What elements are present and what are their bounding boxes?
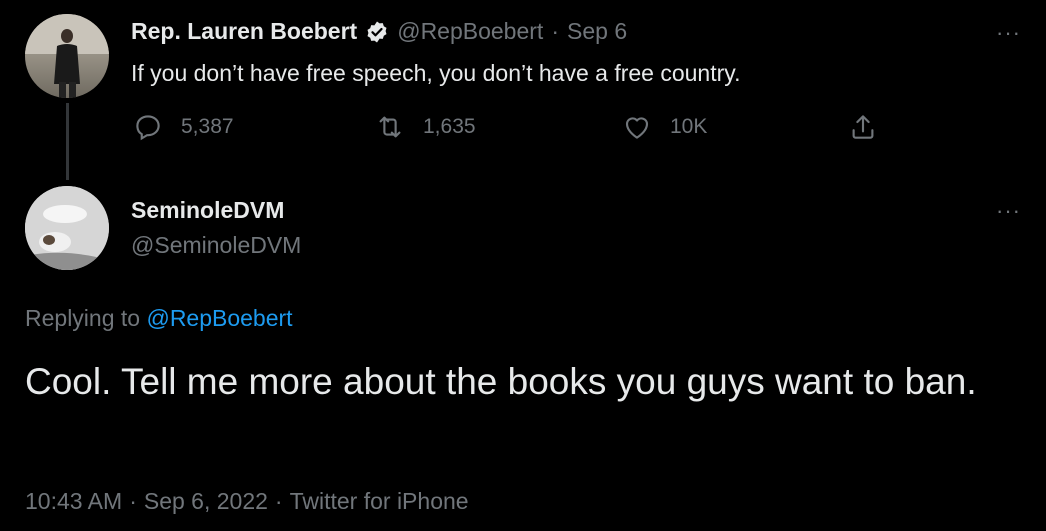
separator-dot: · [551,18,559,44]
avatar-seminoledvm[interactable] [25,186,109,270]
verified-badge-icon [365,20,389,44]
heart-icon [625,117,649,139]
avatar-repboebert[interactable] [25,14,109,98]
tweet-time[interactable]: 10:43 AM [25,488,122,515]
more-options-icon[interactable]: ··· [996,198,1021,224]
handle[interactable]: @RepBoebert [397,18,543,45]
display-name[interactable]: SeminoleDVM [131,197,284,224]
parent-tweet-header: Rep. Lauren Boebert @RepBoebert · Sep 6 [131,18,627,45]
tweet-date[interactable]: Sep 6, 2022 [144,488,268,515]
parent-tweet-text: If you don’t have free speech, you don’t… [131,60,741,86]
display-name[interactable]: Rep. Lauren Boebert [131,18,357,45]
share-action[interactable] [848,112,878,142]
reply-count: 5,387 [181,115,234,138]
avatar-image [25,14,109,98]
tweet-client[interactable]: Twitter for iPhone [290,488,469,515]
reply-icon [136,115,160,141]
tweet-date[interactable]: Sep 6 [567,18,627,45]
avatar-image [25,186,109,270]
replying-to-link[interactable]: @RepBoebert [146,305,292,331]
like-action[interactable]: 10K [622,112,707,142]
separator-dot: · [129,488,137,514]
tweet-metadata: 10:43 AM · Sep 6, 2022 · Twitter for iPh… [25,488,469,515]
handle[interactable]: @SeminoleDVM [131,232,301,259]
thread-connector-line [66,103,69,180]
replying-to-line: Replying to @RepBoebert [25,305,293,332]
replying-to-label: Replying to [25,305,141,331]
retweet-icon [379,116,401,138]
separator-dot: · [274,488,283,514]
more-options-icon[interactable]: ··· [996,20,1021,46]
reply-action[interactable]: 5,387 [133,112,234,142]
share-icon [852,115,874,139]
like-count: 10K [670,115,708,138]
reply-tweet-text: Cool. Tell me more about the books you g… [25,361,977,402]
retweet-count: 1,635 [423,115,476,138]
retweet-action[interactable]: 1,635 [375,112,476,142]
